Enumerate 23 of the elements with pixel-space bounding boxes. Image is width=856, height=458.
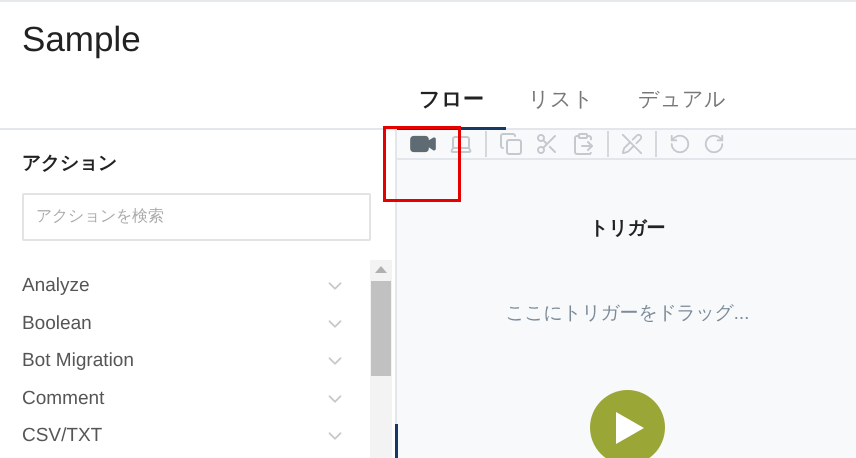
copy-icon[interactable] xyxy=(499,132,523,156)
action-category[interactable]: Boolean xyxy=(0,305,370,342)
action-category[interactable]: Analyze xyxy=(0,268,370,305)
paste-icon[interactable] xyxy=(571,132,595,156)
trigger-drop-hint: ここにトリガーをドラッグ... xyxy=(506,302,750,326)
play-icon xyxy=(616,412,644,444)
undo-icon[interactable] xyxy=(669,133,691,155)
action-category[interactable]: Comment xyxy=(0,380,370,418)
scissors-icon[interactable] xyxy=(535,132,559,156)
panel-heading: アクション xyxy=(21,152,117,176)
redo-icon[interactable] xyxy=(703,133,725,155)
page-title: Sample xyxy=(21,19,141,61)
selection-indicator xyxy=(395,424,398,458)
scrollbar[interactable] xyxy=(370,260,392,458)
search-field[interactable]: アクションを検索 xyxy=(22,192,371,240)
action-category[interactable]: CSV/TXT xyxy=(0,418,370,455)
scroll-up-arrow-icon[interactable] xyxy=(375,266,387,272)
view-tab[interactable]: デュアル xyxy=(616,84,748,130)
trigger-heading: トリガー xyxy=(590,217,666,241)
view-tab[interactable]: リスト xyxy=(506,84,616,130)
pen-off-icon[interactable] xyxy=(621,133,643,155)
action-category[interactable]: Bot Migration xyxy=(0,342,370,380)
scrollbar-thumb[interactable] xyxy=(371,280,391,376)
